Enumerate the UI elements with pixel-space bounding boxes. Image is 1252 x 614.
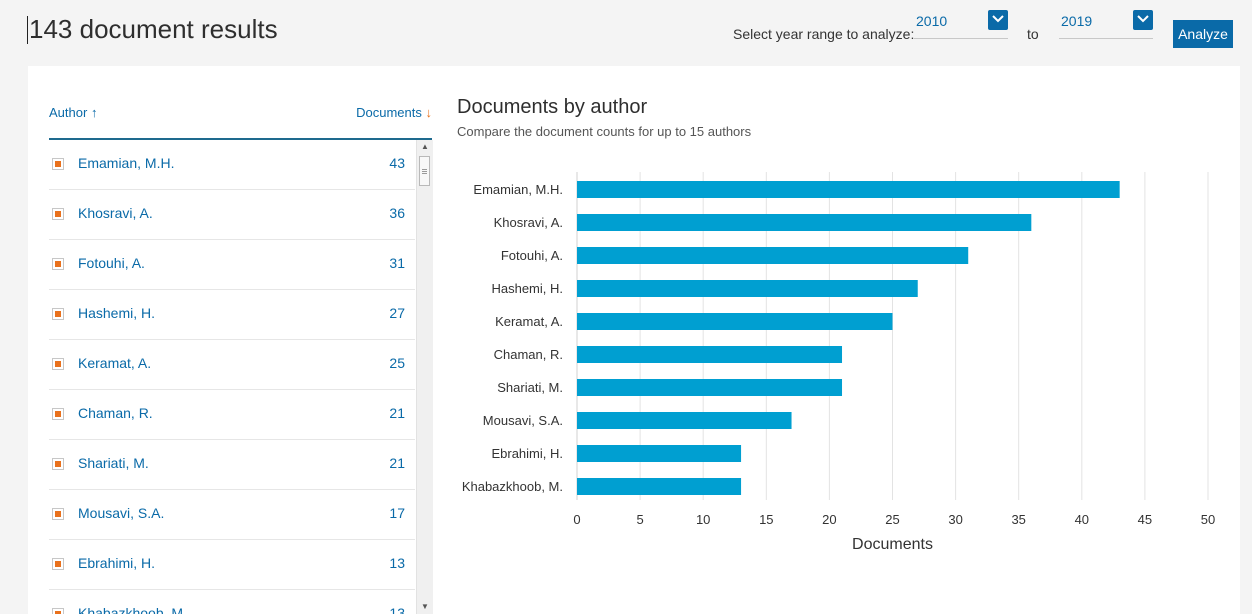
tick-label: 50	[1201, 512, 1215, 527]
bar	[577, 346, 843, 363]
category-label: Mousavi, S.A.	[483, 413, 563, 428]
category-label: Khosravi, A.	[494, 215, 563, 230]
category-label: Khabazkhoob, M.	[462, 479, 563, 494]
category-label: Chaman, R.	[494, 347, 563, 362]
tick-label: 40	[1075, 512, 1089, 527]
bar	[577, 313, 893, 330]
documents-by-author-chart: Emamian, M.H. Khosravi, A. Fotouhi, A. Hash…	[462, 172, 1215, 553]
category-label: Shariati, M.	[497, 380, 563, 395]
category-label: Keramat, A.	[495, 314, 563, 329]
tick-label: 45	[1138, 512, 1152, 527]
category-label: Hashemi, H.	[491, 281, 563, 296]
tick-label: 0	[573, 512, 580, 527]
x-axis-title: Documents	[852, 536, 933, 553]
bar	[577, 247, 969, 264]
tick-label: 30	[948, 512, 962, 527]
bar	[577, 379, 843, 396]
from-year-select[interactable]: 2010	[914, 10, 1008, 39]
year-range-label: Select year range to analyze:	[733, 26, 915, 42]
chevron-down-icon[interactable]	[1133, 10, 1153, 30]
tick-label: 10	[696, 512, 710, 527]
analyze-button[interactable]: Analyze	[1173, 20, 1233, 48]
to-label: to	[1027, 26, 1039, 42]
tick-label: 15	[759, 512, 773, 527]
to-year-value: 2019	[1061, 13, 1093, 29]
text-caret	[27, 16, 28, 44]
category-label: Ebrahimi, H.	[491, 446, 563, 461]
category-label: Fotouhi, A.	[501, 248, 563, 263]
category-label: Emamian, M.H.	[473, 182, 563, 197]
bar	[577, 412, 792, 429]
bar	[577, 214, 1032, 231]
bar	[577, 181, 1120, 198]
tick-label: 35	[1011, 512, 1025, 527]
bar	[577, 478, 742, 495]
bar	[577, 445, 742, 462]
tick-label: 5	[636, 512, 643, 527]
to-year-select[interactable]: 2019	[1059, 10, 1153, 39]
bar	[577, 280, 918, 297]
from-year-value: 2010	[916, 13, 948, 29]
tick-label: 25	[885, 512, 899, 527]
chevron-down-icon[interactable]	[988, 10, 1008, 30]
results-header: 143 document results Select year range t…	[0, 0, 1252, 60]
results-title: 143 document results	[29, 14, 278, 44]
analysis-panel: Author ↑ Documents ↓ Emamian, M.H. 43 Khos…	[28, 66, 1240, 614]
tick-label: 20	[822, 512, 836, 527]
